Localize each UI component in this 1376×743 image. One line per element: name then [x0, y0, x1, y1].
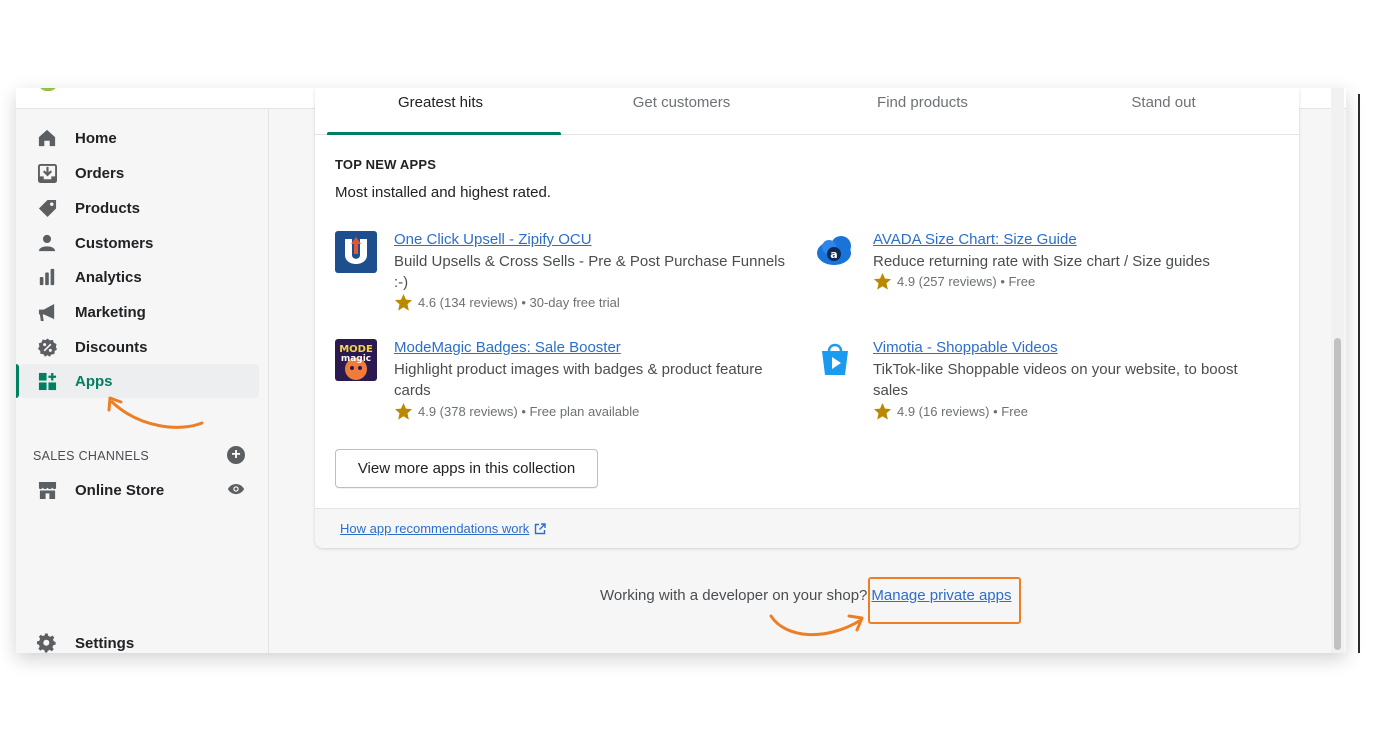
app-rating: 4.9 (16 reviews) • Free: [873, 402, 1028, 421]
working-text: Working with a developer on your shop?: [600, 587, 868, 604]
svg-text:a: a: [830, 248, 837, 261]
app-name-link[interactable]: ModeMagic Badges: Sale Booster: [394, 339, 621, 356]
vimotia-logo-icon: [814, 339, 856, 381]
sidebar-item-label: Home: [75, 129, 117, 147]
window-edge: [1358, 94, 1360, 653]
tab-find-products[interactable]: Find products: [802, 94, 1043, 111]
eye-icon[interactable]: [226, 479, 246, 499]
sidebar-item-discounts[interactable]: Discounts: [20, 330, 259, 364]
external-link-icon: [535, 522, 547, 534]
app-name-link[interactable]: One Click Upsell - Zipify OCU: [394, 231, 592, 248]
app-rating: 4.6 (134 reviews) • 30-day free trial: [394, 293, 620, 312]
card-footer: How app recommendations work: [315, 508, 1299, 548]
tag-icon: [37, 198, 57, 218]
star-icon: [394, 402, 413, 420]
app-description: TikTok-like Shoppable videos on your web…: [873, 361, 1238, 399]
rating-text: 4.9 (257 reviews) • Free: [897, 274, 1036, 289]
tab-get-customers[interactable]: Get customers: [561, 94, 802, 111]
rating-text: 4.9 (378 reviews) • Free plan available: [418, 404, 640, 419]
sidebar-item-label: Apps: [75, 372, 113, 390]
sidebar-item-label: Products: [75, 199, 141, 217]
star-icon: [394, 293, 413, 311]
sidebar-item-online-store[interactable]: Online Store: [20, 473, 259, 507]
admin-window: Home Orders Products Customers Analytics: [16, 88, 1346, 653]
zipify-logo-icon: [335, 231, 377, 273]
sidebar-item-label: Discounts: [75, 338, 148, 356]
scrollbar[interactable]: [1331, 88, 1344, 653]
app-collection-card: Greatest hits Get customers Find product…: [315, 88, 1299, 548]
sidebar-item-customers[interactable]: Customers: [20, 226, 259, 260]
main-content: Greatest hits Get customers Find product…: [270, 88, 1346, 653]
sales-channels-heading: SALES CHANNELS: [33, 449, 150, 463]
view-more-apps-button[interactable]: View more apps in this collection: [335, 449, 598, 488]
sidebar-item-settings[interactable]: Settings: [20, 626, 259, 653]
active-indicator: [16, 364, 19, 398]
sidebar-item-analytics[interactable]: Analytics: [20, 260, 259, 294]
app-description: Reduce returning rate with Size chart / …: [873, 253, 1210, 270]
sidebar-item-label: Marketing: [75, 303, 146, 321]
app-rating: 4.9 (378 reviews) • Free plan available: [394, 402, 639, 421]
rating-text: 4.6 (134 reviews) • 30-day free trial: [418, 295, 620, 310]
discount-icon: [37, 337, 57, 357]
tab-stand-out[interactable]: Stand out: [1043, 94, 1284, 111]
collection-title: TOP NEW APPS: [335, 157, 437, 172]
star-icon: [873, 272, 892, 290]
annotation-arrow-icon: [769, 614, 864, 637]
add-channel-button[interactable]: +: [227, 446, 245, 464]
star-icon: [873, 402, 892, 420]
orders-icon: [37, 163, 57, 183]
sidebar-item-marketing[interactable]: Marketing: [20, 295, 259, 329]
gear-icon: [37, 633, 57, 653]
sidebar-item-label: Analytics: [75, 268, 142, 286]
app-name-link[interactable]: AVADA Size Chart: Size Guide: [873, 231, 1077, 248]
person-icon: [37, 233, 57, 253]
collection-tabs: Greatest hits Get customers Find product…: [315, 88, 1299, 135]
home-icon: [37, 128, 57, 148]
app-description: Highlight product images with badges & p…: [394, 361, 763, 399]
bar-chart-icon: [37, 267, 57, 287]
how-recommendations-label: How app recommendations work: [340, 521, 530, 536]
rating-text: 4.9 (16 reviews) • Free: [897, 404, 1028, 419]
sidebar: Home Orders Products Customers Analytics: [16, 109, 269, 653]
sidebar-item-label: Settings: [75, 634, 135, 652]
tab-greatest-hits[interactable]: Greatest hits: [320, 94, 561, 111]
megaphone-icon: [37, 302, 57, 322]
sidebar-item-label: Orders: [75, 164, 125, 182]
annotation-highlight-box: [868, 577, 1021, 624]
app-name-link[interactable]: Vimotia - Shoppable Videos: [873, 339, 1058, 356]
sidebar-item-home[interactable]: Home: [20, 121, 259, 155]
apps-icon: [37, 371, 57, 391]
sidebar-item-label: Online Store: [75, 481, 165, 499]
app-rating: 4.9 (257 reviews) • Free: [873, 272, 1035, 291]
sidebar-item-products[interactable]: Products: [20, 191, 259, 225]
sidebar-item-orders[interactable]: Orders: [20, 156, 259, 190]
shopify-logo-icon: [38, 88, 58, 91]
how-recommendations-link[interactable]: How app recommendations work: [340, 521, 547, 536]
app-description: Build Upsells & Cross Sells - Pre & Post…: [394, 253, 785, 291]
scrollbar-thumb[interactable]: [1334, 338, 1341, 650]
avada-logo-icon: a: [814, 231, 856, 273]
annotation-arrow-icon: [107, 396, 204, 429]
svg-text:magic: magic: [341, 354, 371, 364]
store-icon: [37, 480, 57, 500]
modemagic-logo-icon: MODE magic: [335, 339, 377, 381]
collection-subtitle: Most installed and highest rated.: [335, 184, 551, 201]
active-tab-indicator: [327, 132, 561, 135]
sidebar-item-label: Customers: [75, 234, 154, 252]
